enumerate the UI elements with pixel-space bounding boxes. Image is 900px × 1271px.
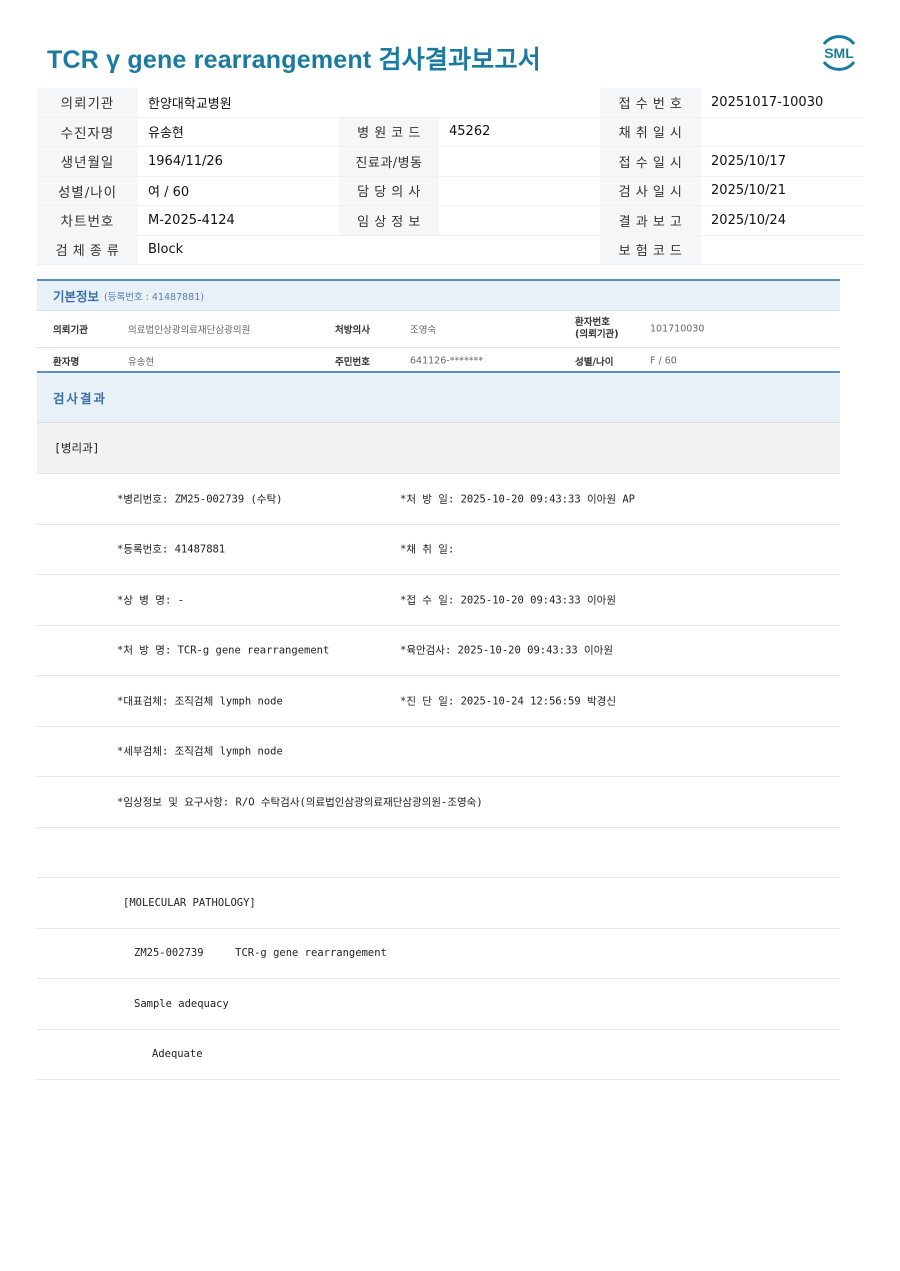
- result-row: *병리번호: ZM25-002739 (수탁) *처 방 일: 2025-10-…: [37, 474, 840, 525]
- info-label: 진료과/병동: [339, 146, 439, 177]
- result-left: *등록번호: 41487881: [117, 543, 226, 556]
- result-left: *임상정보 및 요구사항: R/O 수탁검사(의료법인삼광의료재단삼광의원-조영…: [117, 796, 483, 809]
- department-row: [병리과]: [37, 422, 840, 474]
- info-row: 성별/나이 여 / 60 담 당 의 사 검 사 일 시 2025/10/21: [37, 176, 865, 206]
- molecular-header-row: [MOLECULAR PATHOLOGY]: [37, 878, 840, 929]
- department-ward: [439, 146, 601, 177]
- info-label: 임 상 정 보: [339, 205, 439, 236]
- collection-date: [701, 117, 865, 147]
- info-label: 결 과 보 고: [600, 205, 702, 236]
- result-right: *진 단 일: 2025-10-24 12:56:59 박경신: [400, 695, 616, 708]
- molecular-row: Adequate: [37, 1030, 840, 1080]
- result-right: *처 방 일: 2025-10-20 09:43:33 이아원 AP: [400, 493, 635, 506]
- molecular-row: ZM25-002739 TCR-g gene rearrangement: [37, 929, 840, 979]
- basic-label: 환자번호 (의뢰기관): [575, 317, 619, 341]
- hospital-code: 45262: [439, 117, 601, 147]
- specimen-type: Block: [138, 235, 601, 265]
- basic-label: 환자명: [53, 357, 80, 368]
- registration-no: (등록번호 : 41487881): [104, 291, 204, 303]
- birth-date: 1964/11/26: [138, 146, 339, 177]
- clinical-info: [439, 205, 601, 236]
- molecular-row: Sample adequacy: [37, 979, 840, 1030]
- result-left: *병리번호: ZM25-002739 (수탁): [117, 493, 283, 506]
- info-label: 차트번호: [37, 205, 138, 236]
- result-left: *처 방 명: TCR-g gene rearrangement: [117, 644, 330, 657]
- basic-institution: 의료법인상광의료재단삼광의원: [128, 325, 251, 336]
- exam-date: 2025/10/21: [701, 176, 865, 206]
- attending-doctor: [439, 176, 601, 206]
- chart-no: M-2025-4124: [138, 205, 339, 236]
- patient-no-label: 환자번호: [575, 317, 610, 328]
- basic-sex-age: F / 60: [650, 355, 677, 367]
- result-row: *등록번호: 41487881 *채 취 일:: [37, 525, 840, 575]
- info-label: 성별/나이: [37, 176, 138, 206]
- basic-info-title: 기본정보: [53, 289, 100, 304]
- reception-no: 20251017-10030: [701, 88, 865, 118]
- result-left: *대표검체: 조직검체 lymph node: [117, 695, 283, 708]
- result-left: *상 병 명: -: [117, 594, 184, 607]
- info-label: 병 원 코 드: [339, 117, 439, 147]
- result-right: *접 수 일: 2025-10-20 09:43:33 이아원: [400, 594, 616, 607]
- basic-info-row: 의뢰기관 의료법인상광의료재단삼광의원 처방의사 조영숙 환자번호 (의뢰기관)…: [37, 311, 840, 348]
- info-row: 검 체 종 류 Block 보 험 코 드: [37, 235, 865, 265]
- info-row: 차트번호 M-2025-4124 임 상 정 보 결 과 보 고 2025/10…: [37, 205, 865, 236]
- resident-no: 641126-*******: [410, 355, 483, 367]
- result-header: 검사결과: [37, 371, 840, 422]
- prescriber: 조영숙: [410, 325, 437, 336]
- result-report-date: 2025/10/24: [701, 205, 865, 236]
- reception-date: 2025/10/17: [701, 146, 865, 177]
- result-right: *채 취 일:: [400, 543, 455, 556]
- result-row: *처 방 명: TCR-g gene rearrangement *육안검사: …: [37, 626, 840, 676]
- info-label: 검 체 종 류: [37, 235, 138, 265]
- info-row: 생년월일 1964/11/26 진료과/병동 접 수 일 시 2025/10/1…: [37, 146, 865, 177]
- insurance-code: [701, 235, 865, 265]
- info-label: 채 취 일 시: [600, 117, 702, 147]
- result-section: 검사결과 [병리과] *병리번호: ZM25-002739 (수탁) *처 방 …: [37, 371, 840, 1080]
- basic-label: 주민번호: [335, 357, 370, 368]
- sample-adequacy-value: Adequate: [152, 1048, 203, 1061]
- basic-info-section: 기본정보 (등록번호 : 41487881) 의뢰기관 의료법인상광의료재단삼광…: [37, 279, 840, 374]
- sex-age: 여 / 60: [138, 176, 339, 206]
- patient-no: 101710030: [650, 323, 705, 335]
- result-row: *상 병 명: - *접 수 일: 2025-10-20 09:43:33 이아…: [37, 575, 840, 626]
- basic-label: 처방의사: [335, 325, 370, 336]
- result-right: *육안검사: 2025-10-20 09:43:33 이아원: [400, 644, 614, 657]
- result-row: *대표검체: 조직검체 lymph node *진 단 일: 2025-10-2…: [37, 676, 840, 727]
- result-title: 검사결과: [53, 391, 108, 406]
- info-label: 접 수 번 호: [600, 88, 702, 118]
- sample-adequacy-label: Sample adequacy: [134, 997, 229, 1010]
- info-label: 접 수 일 시: [600, 146, 702, 177]
- report-title: TCR γ gene rearrangement 검사결과보고서: [47, 46, 541, 74]
- result-row: *임상정보 및 요구사항: R/O 수탁검사(의료법인삼광의료재단삼광의원-조영…: [37, 777, 840, 828]
- result-row-empty: [37, 828, 840, 878]
- result-left: *세부검체: 조직검체 lymph node: [117, 745, 283, 758]
- info-label: 담 당 의 사: [339, 176, 439, 206]
- info-label: 의뢰기관: [37, 88, 138, 118]
- patient-info-table: 의뢰기관 한양대학교병원 접 수 번 호 20251017-10030 수진자명…: [37, 88, 865, 265]
- examinee-name: 유송현: [138, 117, 339, 147]
- info-label: 생년월일: [37, 146, 138, 177]
- basic-label: 의뢰기관: [53, 325, 88, 336]
- info-label: 검 사 일 시: [600, 176, 702, 206]
- basic-info-header: 기본정보 (등록번호 : 41487881): [37, 279, 840, 311]
- patient-no-sublabel: (의뢰기관): [575, 329, 619, 340]
- molecular-test: ZM25-002739 TCR-g gene rearrangement: [134, 947, 387, 960]
- basic-label: 성별/나이: [575, 357, 614, 368]
- molecular-header: [MOLECULAR PATHOLOGY]: [123, 896, 256, 909]
- info-label: 수진자명: [37, 117, 138, 147]
- sml-logo: SML: [822, 35, 856, 71]
- logo-text: SML: [824, 45, 854, 61]
- info-row: 의뢰기관 한양대학교병원 접 수 번 호 20251017-10030: [37, 88, 865, 118]
- info-row: 수진자명 유송현 병 원 코 드 45262 채 취 일 시: [37, 117, 865, 147]
- patient-name: 유송현: [128, 357, 155, 368]
- info-label: 보 험 코 드: [600, 235, 702, 265]
- requesting-institution: 한양대학교병원: [138, 88, 601, 118]
- result-row: *세부검체: 조직검체 lymph node: [37, 727, 840, 777]
